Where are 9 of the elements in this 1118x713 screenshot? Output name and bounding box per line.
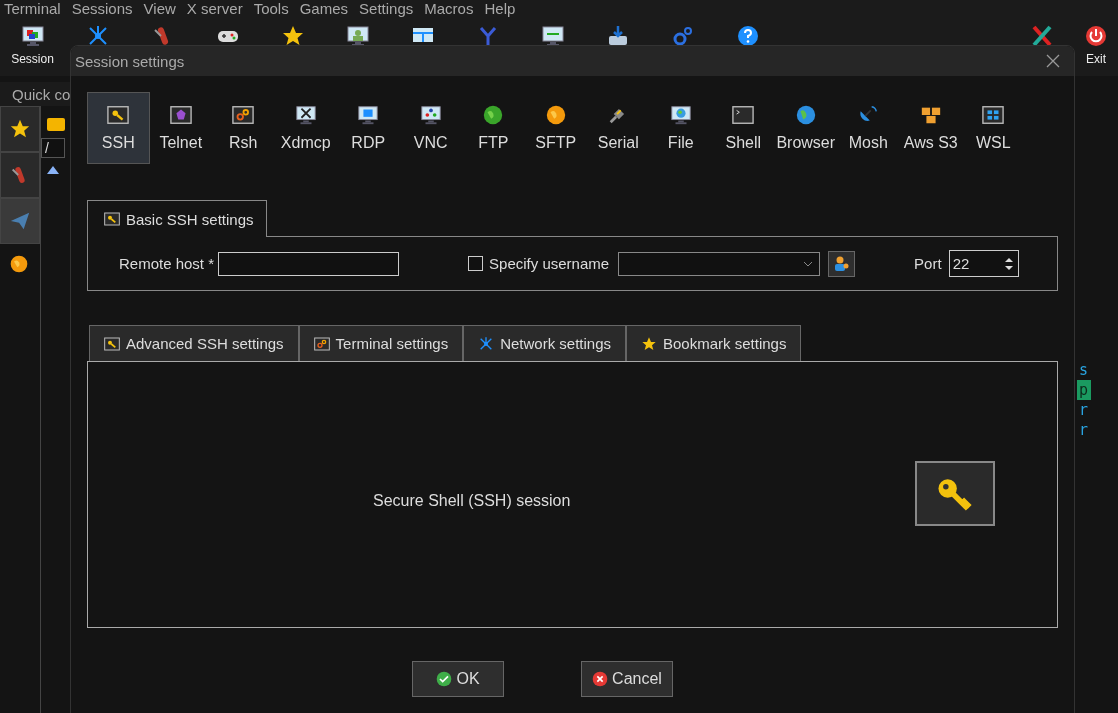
terminal-text: p: [1077, 380, 1091, 400]
field-label: Remote host *: [119, 255, 215, 272]
checkbox-label: Specify username: [489, 255, 610, 272]
window-title: Session settings: [75, 52, 185, 70]
terminal-text: r: [1078, 420, 1090, 440]
terminal-text: s: [1078, 360, 1090, 380]
field-label: Port: [914, 255, 942, 272]
terminal-text: r: [1078, 400, 1090, 420]
session-description: Secure Shell (SSH) session: [373, 492, 571, 510]
